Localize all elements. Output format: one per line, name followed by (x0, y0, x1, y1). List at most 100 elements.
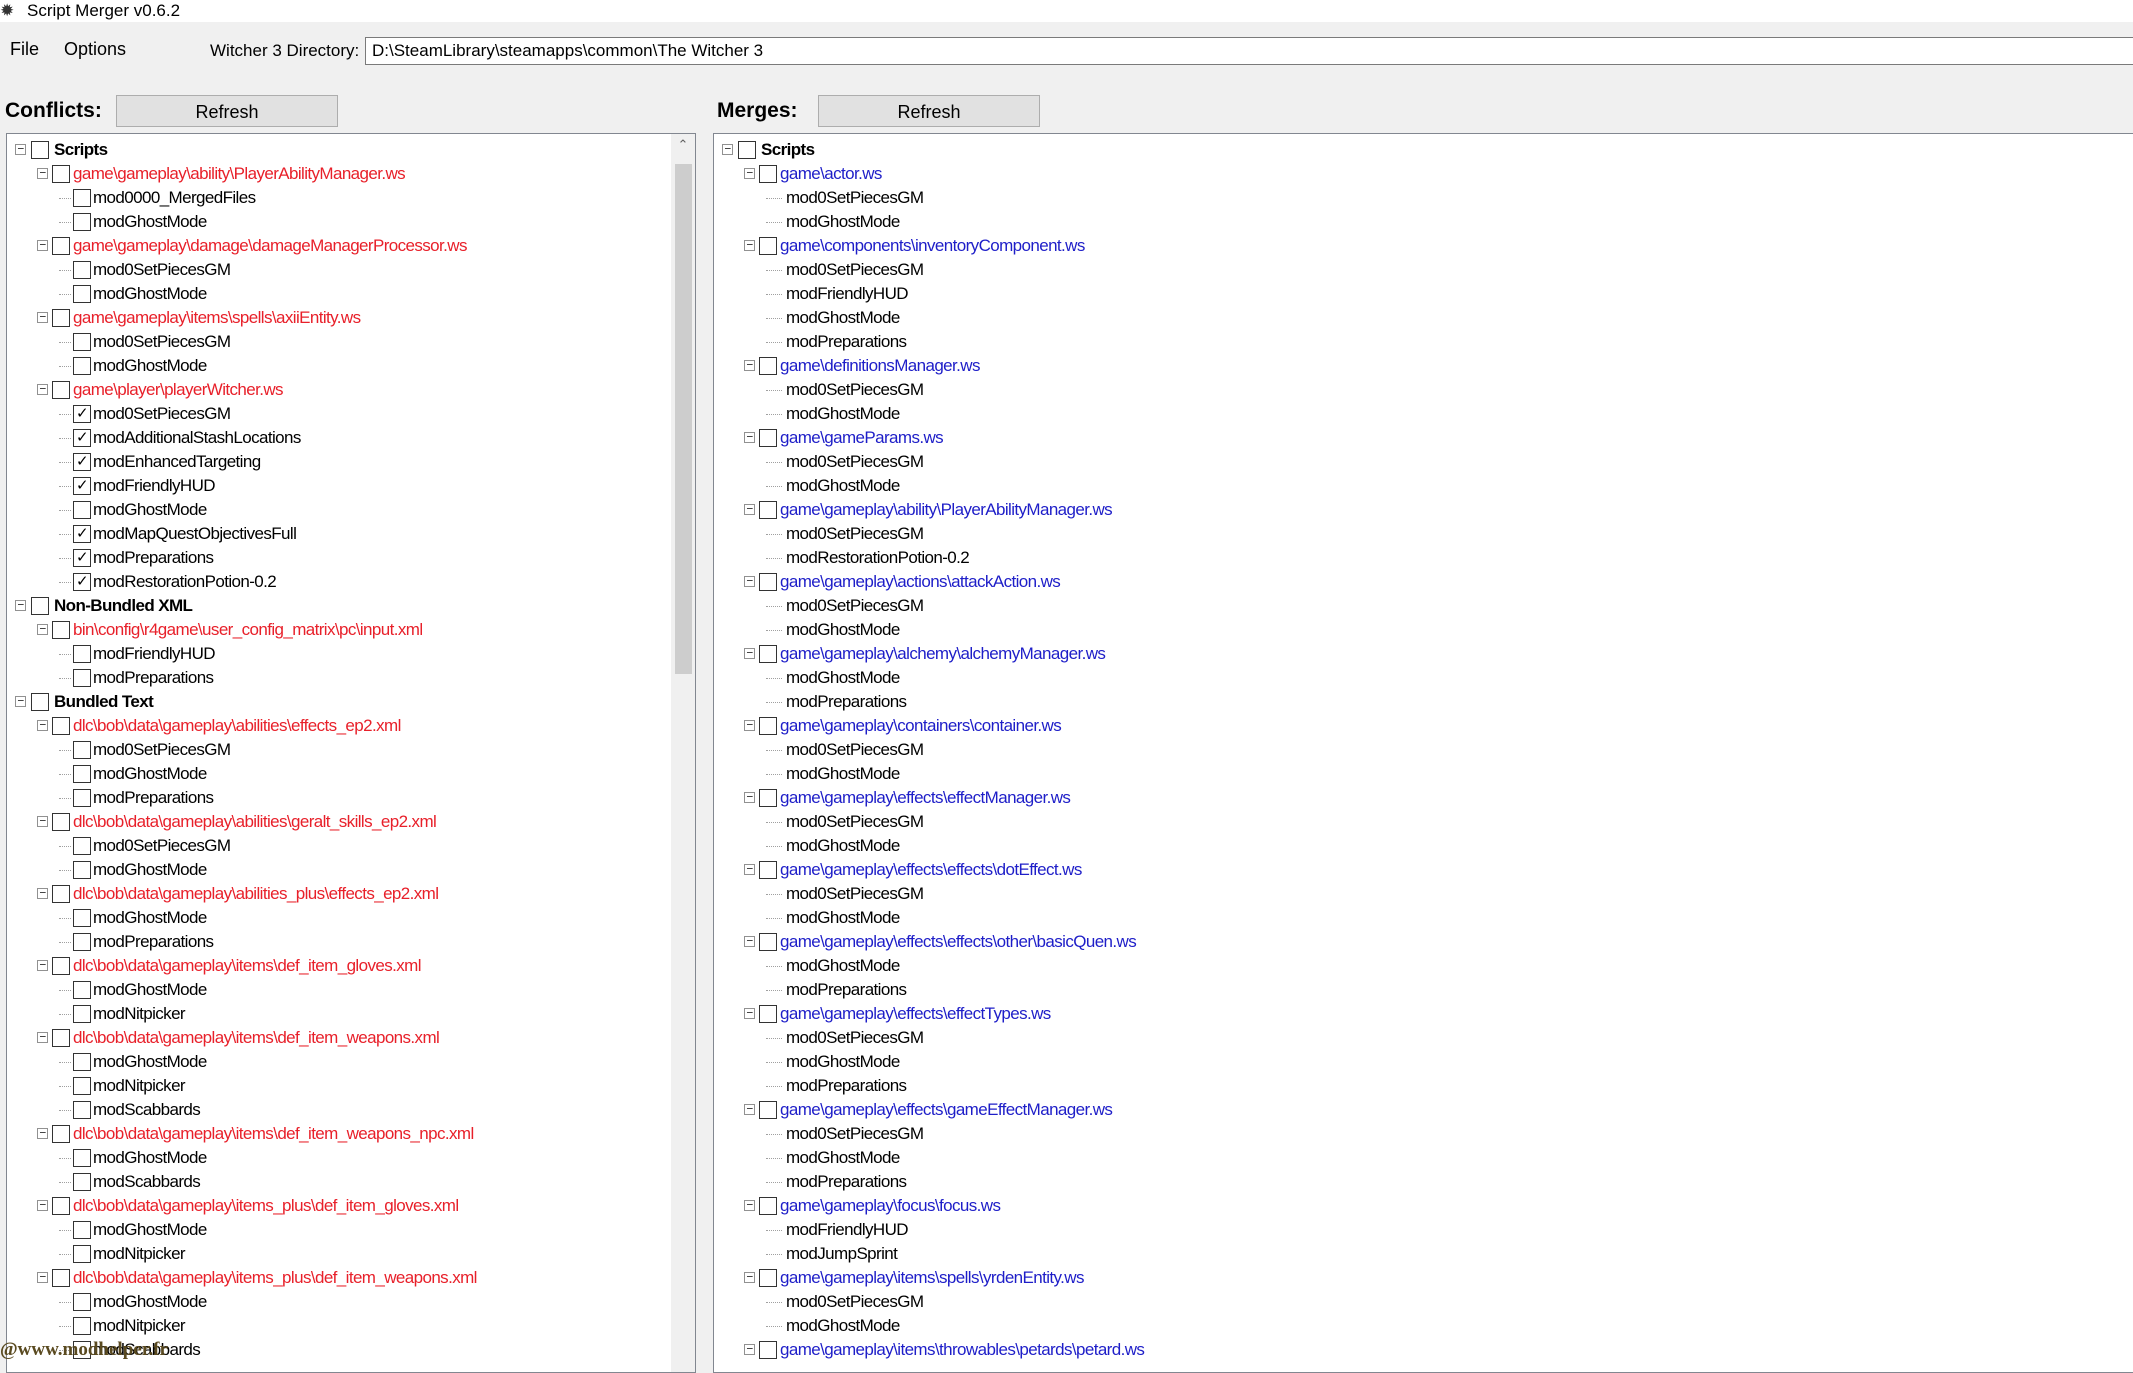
checkbox[interactable] (73, 1077, 91, 1095)
tree-row-level-2[interactable]: mod0SetPiecesGM (714, 186, 2133, 210)
collapse-icon[interactable]: − (15, 695, 26, 707)
checkbox[interactable] (52, 957, 70, 975)
checkbox[interactable] (52, 1197, 70, 1215)
checkbox[interactable] (759, 1269, 777, 1287)
checkbox[interactable] (52, 309, 70, 327)
tree-row-level-2[interactable]: modGhostMode (714, 1146, 2133, 1170)
tree-row-level-2[interactable]: modGhostMode (7, 210, 695, 234)
tree-row-level-2[interactable]: modPreparations (7, 666, 695, 690)
menu-options[interactable]: Options (64, 34, 126, 64)
tree-row-level-2[interactable]: mod0SetPiecesGM (714, 258, 2133, 282)
collapse-icon[interactable]: − (744, 1103, 755, 1115)
tree-row-level-2[interactable]: modNitpicker (7, 1242, 695, 1266)
tree-row-level-2[interactable]: modRestorationPotion-0.2 (714, 546, 2133, 570)
tree-row-level-1[interactable]: − game\gameplay\effects\gameEffectManager… (714, 1098, 2133, 1122)
tree-row-level-2[interactable]: mod0SetPiecesGM (7, 258, 695, 282)
tree-row-level-1[interactable]: − dlc\bob\data\gameplay\items_plus\def_it… (7, 1194, 695, 1218)
tree-row-level-2[interactable]: mod0SetPiecesGM (714, 450, 2133, 474)
tree-row-level-2[interactable]: mod0SetPiecesGM (714, 1290, 2133, 1314)
checkbox[interactable] (759, 1101, 777, 1119)
collapse-icon[interactable]: − (744, 1343, 755, 1355)
checkbox-checked[interactable]: ✓ (73, 477, 91, 495)
checkbox[interactable] (73, 1005, 91, 1023)
checkbox[interactable] (759, 573, 777, 591)
tree-row-level-2[interactable]: modScabbards (7, 1170, 695, 1194)
checkbox-checked[interactable]: ✓ (73, 525, 91, 543)
tree-row-level-2[interactable]: modGhostMode (714, 762, 2133, 786)
conflicts-scrollbar[interactable]: ⌃ (671, 134, 695, 1372)
checkbox[interactable] (73, 501, 91, 519)
collapse-icon[interactable]: − (37, 887, 48, 899)
collapse-icon[interactable]: − (744, 1007, 755, 1019)
tree-row-level-2[interactable]: modGhostMode (714, 306, 2133, 330)
tree-row-level-0[interactable]: − Bundled Text (7, 690, 695, 714)
checkbox-checked[interactable]: ✓ (73, 573, 91, 591)
tree-row-level-2[interactable]: modGhostMode (714, 1050, 2133, 1074)
tree-row-level-2[interactable]: modJumpSprint (714, 1242, 2133, 1266)
tree-row-level-1[interactable]: − dlc\bob\data\gameplay\items\def_item_gl… (7, 954, 695, 978)
tree-row-level-1[interactable]: − game\gameplay\effects\effects\dotEffect… (714, 858, 2133, 882)
checkbox[interactable] (73, 1053, 91, 1071)
tree-row-level-1[interactable]: − dlc\bob\data\gameplay\items\def_item_we… (7, 1122, 695, 1146)
checkbox[interactable] (759, 789, 777, 807)
tree-row-level-2[interactable]: modPreparations (714, 1074, 2133, 1098)
tree-row-level-2[interactable]: modGhostMode (714, 666, 2133, 690)
collapse-icon[interactable]: − (744, 431, 755, 443)
checkbox-checked[interactable]: ✓ (73, 549, 91, 567)
checkbox[interactable] (73, 357, 91, 375)
checkbox[interactable] (73, 669, 91, 687)
conflicts-refresh-button[interactable]: Refresh (116, 95, 338, 127)
collapse-icon[interactable]: − (744, 719, 755, 731)
tree-row-level-2[interactable]: modPreparations (7, 930, 695, 954)
tree-row-level-2[interactable]: modGhostMode (714, 210, 2133, 234)
checkbox[interactable] (52, 381, 70, 399)
checkbox[interactable] (73, 765, 91, 783)
checkbox[interactable] (52, 885, 70, 903)
tree-row-level-2[interactable]: ✓ modAdditionalStashLocations (7, 426, 695, 450)
scroll-thumb[interactable] (675, 164, 692, 674)
tree-row-level-1[interactable]: − dlc\bob\data\gameplay\abilities\effects… (7, 714, 695, 738)
tree-row-level-2[interactable]: modFriendlyHUD (714, 1218, 2133, 1242)
checkbox[interactable] (52, 813, 70, 831)
checkbox[interactable] (73, 1221, 91, 1239)
collapse-icon[interactable]: − (37, 1031, 48, 1043)
checkbox-checked[interactable]: ✓ (73, 429, 91, 447)
tree-row-level-2[interactable]: modPreparations (714, 978, 2133, 1002)
checkbox[interactable] (52, 165, 70, 183)
checkbox[interactable] (759, 1341, 777, 1359)
checkbox[interactable] (52, 1269, 70, 1287)
tree-row-level-2[interactable]: modGhostMode (7, 762, 695, 786)
checkbox[interactable] (52, 1125, 70, 1143)
tree-row-level-2[interactable]: modGhostMode (7, 498, 695, 522)
tree-row-level-2[interactable]: ✓ modMapQuestObjectivesFull (7, 522, 695, 546)
tree-row-level-2[interactable]: modNitpicker (7, 1074, 695, 1098)
tree-row-level-1[interactable]: − dlc\bob\data\gameplay\abilities_plus\ef… (7, 882, 695, 906)
checkbox[interactable] (73, 981, 91, 999)
checkbox[interactable] (759, 1197, 777, 1215)
scroll-up-arrow-icon[interactable]: ⌃ (671, 134, 695, 156)
checkbox[interactable] (759, 429, 777, 447)
checkbox[interactable] (73, 1101, 91, 1119)
tree-row-level-2[interactable]: modGhostMode (714, 954, 2133, 978)
checkbox[interactable] (759, 357, 777, 375)
checkbox[interactable] (73, 1245, 91, 1263)
checkbox[interactable] (73, 1293, 91, 1311)
tree-row-level-1[interactable]: − game\gameplay\items\throwables\petards\… (714, 1338, 2133, 1362)
checkbox[interactable] (31, 597, 49, 615)
collapse-icon[interactable]: − (744, 503, 755, 515)
checkbox[interactable] (73, 837, 91, 855)
collapse-icon[interactable]: − (744, 863, 755, 875)
tree-row-level-2[interactable]: mod0SetPiecesGM (7, 834, 695, 858)
checkbox[interactable] (52, 237, 70, 255)
tree-row-level-1[interactable]: − game\components\inventoryComponent.ws (714, 234, 2133, 258)
tree-row-level-1[interactable]: − game\gameplay\ability\PlayerAbilityMana… (714, 498, 2133, 522)
tree-row-level-2[interactable]: modGhostMode (7, 282, 695, 306)
tree-row-level-2[interactable]: ✓ modRestorationPotion-0.2 (7, 570, 695, 594)
tree-row-level-2[interactable]: mod0SetPiecesGM (714, 522, 2133, 546)
tree-row-level-1[interactable]: − game\gameplay\actions\attackAction.ws (714, 570, 2133, 594)
tree-row-level-2[interactable]: mod0SetPiecesGM (714, 882, 2133, 906)
checkbox-checked[interactable]: ✓ (73, 453, 91, 471)
checkbox[interactable] (73, 1173, 91, 1191)
tree-row-level-2[interactable]: modGhostMode (714, 834, 2133, 858)
collapse-icon[interactable]: − (37, 815, 48, 827)
